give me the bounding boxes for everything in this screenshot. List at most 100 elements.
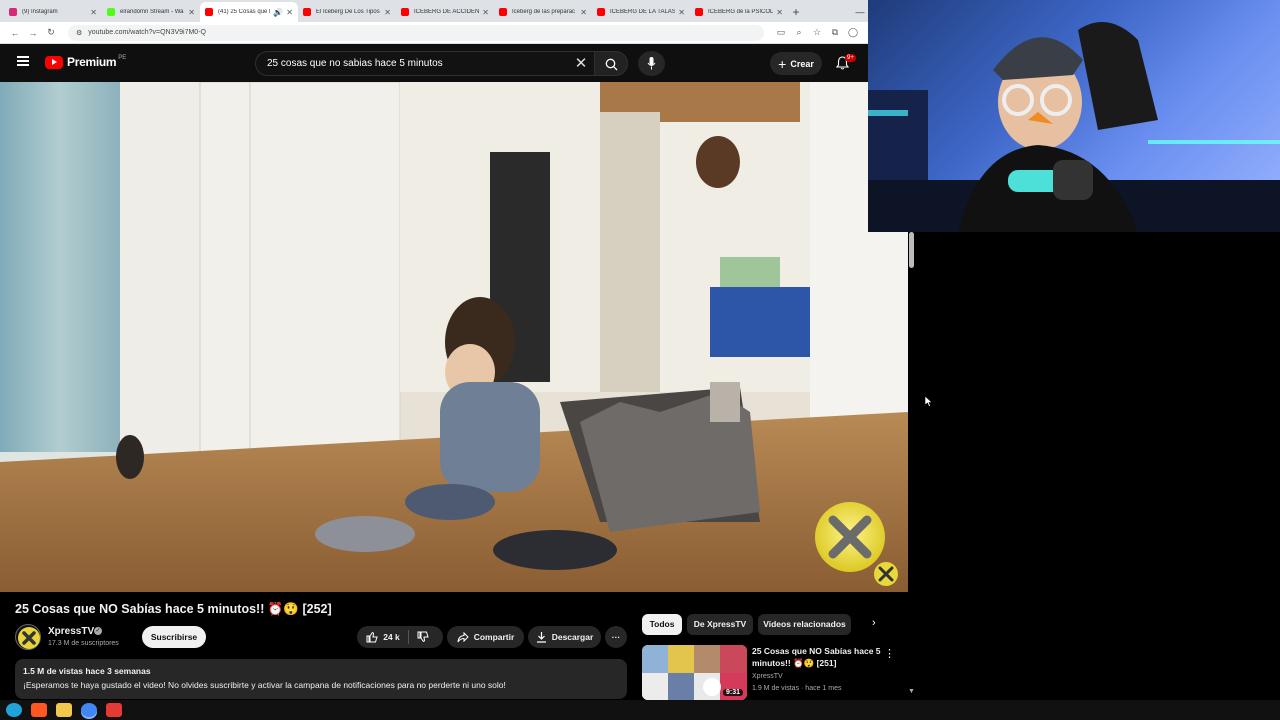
streamer-camera-feed — [868, 22, 1280, 232]
chip-all[interactable]: Todos — [642, 614, 682, 635]
reload-icon[interactable]: ↻ — [42, 27, 60, 38]
download-icon — [536, 632, 546, 643]
video-frame — [0, 82, 908, 592]
vertical-dots-menu-icon[interactable]: ⋮ — [884, 647, 895, 660]
bookmark-star-icon[interactable]: ☆ — [808, 27, 826, 38]
tab-favicon-icon — [303, 8, 311, 16]
voice-search-button[interactable] — [638, 51, 665, 76]
tab-title: El Iceberg De Los Tipos — [316, 9, 380, 15]
edge-browser-icon[interactable] — [6, 703, 22, 717]
youtube-premium-logo[interactable]: Premium PE — [45, 55, 126, 69]
brave-browser-icon[interactable] — [31, 703, 47, 717]
app-icon[interactable] — [106, 703, 122, 717]
url-text: youtube.com/watch?v=QN3V9i7M0-Q — [88, 29, 206, 36]
tab-close-icon[interactable]: ✕ — [678, 8, 685, 17]
youtube-play-icon — [45, 55, 63, 69]
browser-tab[interactable]: Iceberg de las preparac ✕ — [494, 2, 592, 22]
thumbs-down-icon[interactable] — [417, 631, 429, 643]
description-text: ¡Esperamos te haya gustado el video! No … — [23, 680, 506, 690]
tab-title: ICEBERG de la PSICOLO — [708, 9, 774, 15]
extensions-icon[interactable]: ⧉ — [826, 27, 844, 38]
back-arrow-icon[interactable]: ← — [6, 28, 24, 38]
more-actions-button[interactable]: ··· — [605, 626, 627, 648]
chevron-right-icon[interactable]: › — [872, 617, 876, 629]
recommended-channel[interactable]: XpressTV — [752, 673, 783, 680]
tab-favicon-icon — [695, 8, 703, 16]
forward-arrow-icon[interactable]: → — [24, 28, 42, 38]
webcam-overlay — [868, 0, 1280, 232]
tab-title: ICEBERG DE ACCIDENTE — [414, 9, 480, 15]
recommended-meta: 1.9 M de vistas · hace 1 mes — [752, 685, 842, 692]
tab-close-icon[interactable]: ✕ — [286, 8, 293, 17]
logo-text: Premium — [67, 55, 117, 69]
menu-icon[interactable] — [17, 56, 29, 66]
scroll-down-arrow-icon[interactable]: ▼ — [908, 688, 915, 695]
page-scrollbar[interactable] — [908, 232, 916, 270]
channel-name[interactable]: XpressTV — [48, 626, 94, 637]
tab-favicon-icon — [205, 8, 213, 16]
browser-tab[interactable]: ICEBERG DE ACCIDENTE✕ — [396, 2, 494, 22]
tab-close-icon[interactable]: ✕ — [188, 8, 195, 17]
browser-tab[interactable]: elrandomn Stream - Wa ✕ — [102, 2, 200, 22]
subscribe-button[interactable]: Suscribirse — [142, 626, 206, 648]
share-arrow-icon — [457, 631, 469, 642]
plus-icon: + — [778, 55, 787, 72]
tab-favicon-icon — [401, 8, 409, 16]
tab-title: (9) Instagram — [22, 9, 58, 15]
search-icon — [605, 58, 618, 71]
zoom-icon[interactable]: ⌕ — [790, 27, 808, 38]
share-label: Compartir — [473, 632, 515, 642]
chip-related-videos[interactable]: Videos relacionados — [758, 614, 851, 635]
download-button[interactable]: Descargar — [528, 626, 601, 648]
chrome-browser-icon[interactable] — [81, 703, 97, 717]
chip-from-channel[interactable]: De XpressTV — [687, 614, 753, 635]
tab-title: ICEBERG DE LA TALASO — [610, 9, 676, 15]
tab-close-icon[interactable]: ✕ — [580, 8, 587, 17]
browser-tab[interactable]: (9) Instagram ✕ — [4, 2, 102, 22]
tab-title: (41) 25 Cosas que N — [218, 9, 271, 15]
scrollbar-thumb[interactable] — [909, 232, 914, 268]
file-explorer-icon[interactable] — [56, 703, 72, 717]
profile-icon[interactable]: ◯ — [844, 27, 862, 38]
like-divider — [407, 630, 409, 644]
browser-tab-active[interactable]: (41) 25 Cosas que N 🔊 ✕ — [200, 2, 298, 22]
tab-close-icon[interactable]: ✕ — [776, 8, 783, 17]
download-label: Descargar — [551, 632, 594, 642]
microphone-icon — [647, 57, 656, 70]
minimize-window-icon[interactable]: — — [852, 2, 868, 22]
thumbs-up-icon[interactable] — [366, 631, 378, 643]
cast-icon[interactable]: ▭ — [772, 27, 790, 38]
xpresstv-logo-icon — [18, 627, 40, 649]
channel-avatar[interactable] — [15, 624, 41, 650]
browser-tab-strip: (9) Instagram ✕ elrandomn Stream - Wa ✕ (4… — [0, 0, 868, 22]
browser-tab[interactable]: ICEBERG de la PSICOLO ✕ — [690, 2, 788, 22]
tab-favicon-icon — [107, 8, 115, 16]
create-button[interactable]: + Crear — [770, 52, 822, 75]
tab-favicon-icon — [597, 8, 605, 16]
site-info-icon[interactable]: ⚙ — [76, 29, 82, 37]
tab-close-icon[interactable]: ✕ — [384, 8, 391, 17]
new-tab-button[interactable]: + — [788, 2, 804, 22]
like-count[interactable]: 24 k — [383, 632, 400, 642]
video-title: 25 Cosas que NO Sabías hace 5 minutos!! … — [15, 602, 332, 616]
os-taskbar — [0, 700, 1280, 720]
tab-title: elrandomn Stream - Wa — [120, 9, 184, 15]
clear-search-icon[interactable]: ✕ — [568, 51, 594, 76]
subscriber-count: 17.3 M de suscriptores — [48, 640, 119, 647]
tab-audio-icon[interactable]: 🔊 — [273, 8, 283, 17]
search-input[interactable]: 25 cosas que no sabias hace 5 minutos — [255, 51, 594, 76]
logo-country-code: PE — [118, 55, 127, 61]
create-label: Crear — [790, 58, 814, 69]
search-button[interactable] — [594, 51, 628, 76]
verified-check-icon: ✓ — [94, 627, 102, 635]
share-button[interactable]: Compartir — [447, 626, 524, 648]
description-box[interactable]: 1.5 M de vistas hace 3 semanas ¡Esperamo… — [15, 659, 627, 699]
recommended-title[interactable]: 25 Cosas que NO Sabías hace 5 minutos!! … — [752, 646, 882, 669]
browser-tab[interactable]: ICEBERG DE LA TALASO ✕ — [592, 2, 690, 22]
address-bar[interactable]: ⚙ youtube.com/watch?v=QN3V9i7M0-Q — [68, 24, 764, 41]
browser-tab[interactable]: El Iceberg De Los Tipos ✕ — [298, 2, 396, 22]
tab-close-icon[interactable]: ✕ — [482, 8, 489, 17]
tab-close-icon[interactable]: ✕ — [90, 8, 97, 17]
video-player[interactable] — [0, 82, 908, 592]
tab-favicon-icon — [499, 8, 507, 16]
